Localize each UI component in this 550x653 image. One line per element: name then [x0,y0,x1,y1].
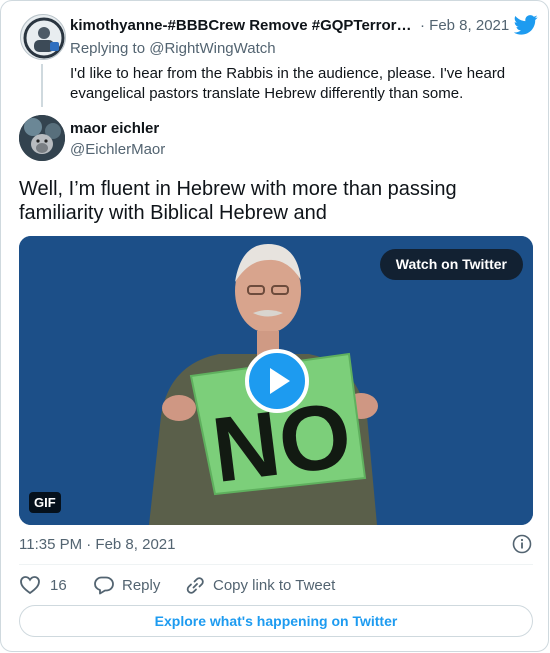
replying-to[interactable]: Replying to @RightWingWatch [70,40,276,57]
reply-action[interactable]: Reply [93,575,173,597]
like-count: 16 [50,577,67,594]
link-icon [186,577,204,594]
copy-link-action[interactable]: Copy link to Tweet [184,575,344,597]
info-icon[interactable] [512,534,532,554]
reply-bubble-icon [94,576,114,595]
author-avatar[interactable] [19,115,65,161]
parent-author-name[interactable]: kimothyanne-#BBBCrew Remove #GQPTerror… [70,17,411,34]
watch-on-twitter-button[interactable]: Watch on Twitter [379,249,523,280]
author-name[interactable]: maor eichler [70,120,159,137]
tweet-text: Well, I’m fluent in Hebrew with more tha… [19,178,457,224]
tweet-timestamp[interactable]: 11:35 PM · Feb 8, 2021 [19,536,175,553]
gif-media[interactable]: NO Watch on Twitter GIF [19,236,533,525]
gif-badge: GIF [29,492,61,513]
author-handle[interactable]: @EichlerMaor [70,141,165,158]
play-icon [270,368,290,394]
thread-connector [41,64,43,107]
like-action[interactable]: 16 [19,575,79,597]
play-button[interactable] [245,349,309,413]
explore-twitter-button[interactable]: Explore what's happening on Twitter [19,605,533,637]
parent-tweet-header: kimothyanne-#BBBCrew Remove #GQPTerror… … [70,17,540,37]
divider [19,564,533,565]
parent-tweet-text: I'd like to hear from the Rabbis in the … [70,65,506,102]
twitter-bird-icon[interactable] [514,15,538,35]
parent-tweet-date[interactable]: · Feb 8, 2021 [420,17,509,34]
embedded-tweet-card: kimothyanne-#BBBCrew Remove #GQPTerror… … [0,0,549,652]
reply-label: Reply [122,577,161,594]
heart-icon [20,576,40,595]
parent-author-avatar[interactable] [20,14,66,60]
copy-link-label: Copy link to Tweet [213,577,336,594]
